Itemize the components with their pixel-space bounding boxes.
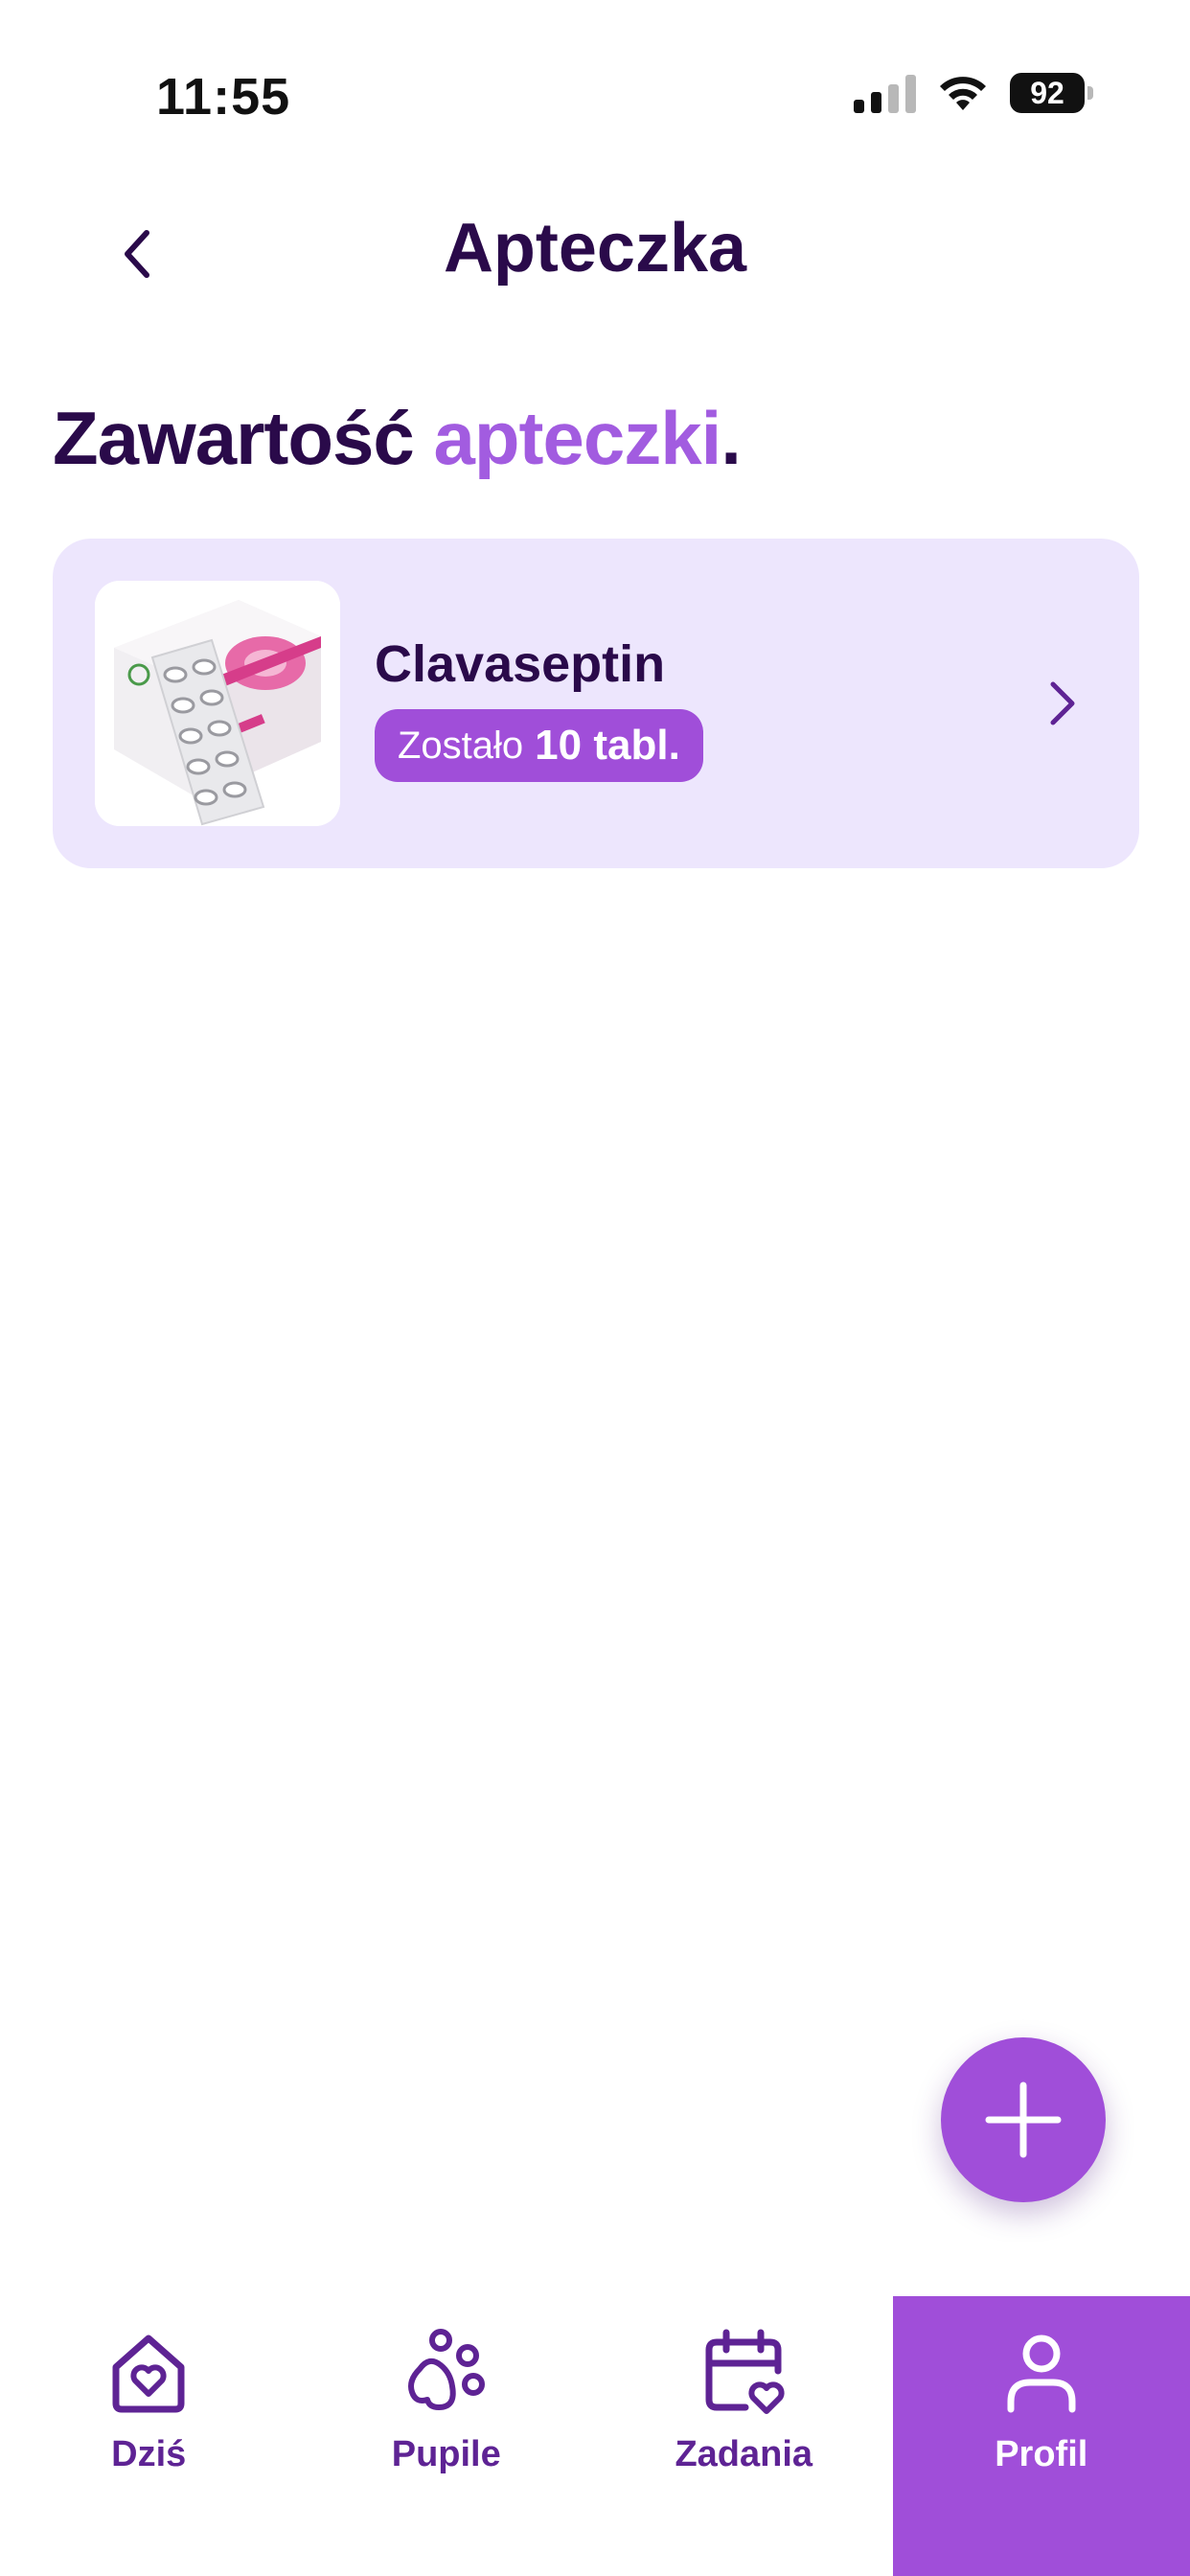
tab-dzis[interactable]: Dziś [0,2296,298,2576]
status-bar: 11:55 92 [0,0,1190,192]
wifi-icon [940,77,986,110]
remaining-amount: 10 tabl. [535,722,680,769]
status-icons: 92 [854,73,1093,113]
add-medication-button[interactable] [941,2037,1106,2202]
tab-label-zadania: Zadania [675,2434,813,2474]
section-heading-accent: apteczki [433,396,721,480]
home-heart-icon [112,2334,185,2413]
medicine-box-image [95,581,340,826]
medication-name: Clavaseptin [375,635,666,693]
calendar-heart-icon [705,2329,785,2414]
plus-icon [985,2082,1062,2158]
section-heading-dot: . [721,396,742,480]
page-title: Apteczka [443,210,747,287]
remaining-badge: Zostało 10 tabl. [375,709,703,782]
tab-bar: Dziś Pupile Zadania Profil [0,2296,1190,2576]
user-icon [1007,2334,1076,2413]
nav-header: Apteczka [0,192,1190,307]
battery-icon: 92 [1010,73,1093,113]
remaining-label: Zostało [398,724,524,767]
signal-icon [854,73,916,113]
tab-zadania[interactable]: Zadania [595,2296,893,2576]
section-heading: Zawartość apteczki. [53,395,742,482]
status-time: 11:55 [156,68,291,126]
tab-profil[interactable]: Profil [892,2296,1190,2576]
tab-pupile[interactable]: Pupile [298,2296,596,2576]
medication-card[interactable]: Clavaseptin Zostało 10 tabl. [53,539,1139,868]
tab-label-pupile: Pupile [391,2434,501,2474]
chevron-right-icon [1034,675,1091,732]
tab-label-dzis: Dziś [111,2434,187,2474]
section-heading-main: Zawartość [53,396,415,480]
tab-label-profil: Profil [995,2434,1088,2474]
battery-level: 92 [1030,75,1064,110]
paw-icon [407,2329,485,2410]
